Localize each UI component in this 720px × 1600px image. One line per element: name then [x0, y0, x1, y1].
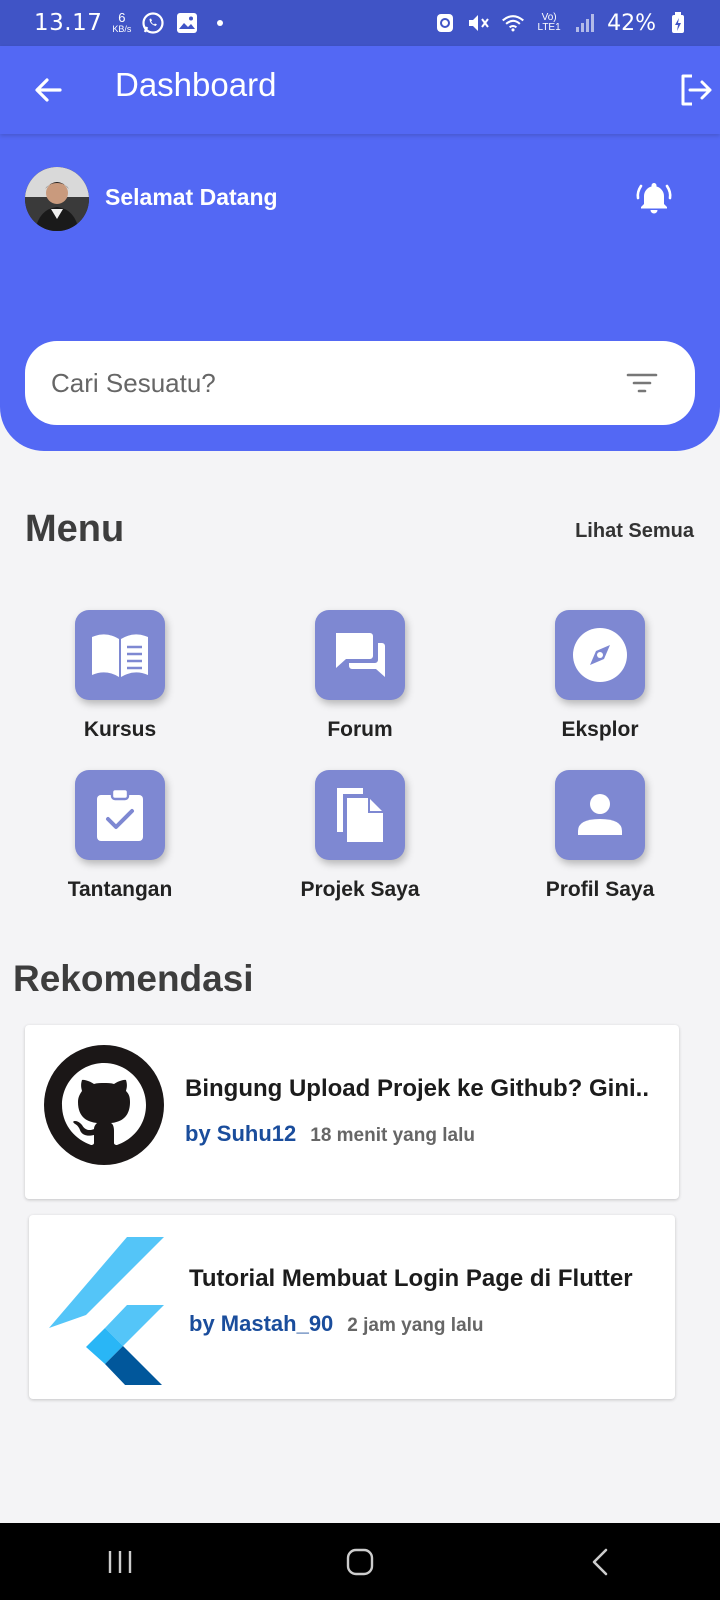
battery-charging-icon	[666, 11, 690, 35]
recommendation-meta: by Suhu12 18 menit yang lalu	[185, 1121, 475, 1147]
home-icon	[346, 1548, 374, 1575]
flutter-logo-icon	[47, 1235, 167, 1387]
filter-icon	[626, 373, 658, 393]
menu-item-projek-saya[interactable]: Projek Saya	[250, 770, 470, 902]
compass-icon	[573, 628, 627, 682]
menu-item-kursus[interactable]: Kursus	[10, 610, 230, 742]
recommendation-time: 2 jam yang lalu	[347, 1315, 484, 1336]
status-right: Vo) LTE1 42%	[433, 11, 690, 36]
recycle-icon	[433, 11, 457, 35]
image-icon	[175, 11, 199, 35]
mute-icon	[467, 11, 491, 35]
files-icon	[337, 788, 383, 842]
menu-tile	[555, 610, 645, 700]
net-speed-indicator: 6 KB/s	[112, 10, 132, 34]
menu-item-profil-saya[interactable]: Profil Saya	[490, 770, 710, 902]
recommendation-card[interactable]: Bingung Upload Projek ke Github? Gini.. …	[25, 1025, 679, 1199]
menu-tile	[75, 770, 165, 860]
recommendation-author[interactable]: by Mastah_90	[189, 1311, 333, 1336]
page-title: Dashboard	[115, 66, 277, 103]
recommendation-time: 18 menit yang lalu	[310, 1125, 475, 1146]
notification-dot-icon	[217, 20, 224, 26]
see-all-link[interactable]: Lihat Semua	[575, 520, 694, 543]
search-input[interactable]	[51, 367, 611, 399]
person-icon	[578, 794, 622, 835]
network-type-label: Vo) LTE1	[537, 12, 561, 33]
system-nav-bar	[0, 1523, 720, 1600]
menu-label: Eksplor	[561, 718, 639, 741]
chevron-left-icon	[592, 1548, 608, 1575]
recommendation-headline: Tutorial Membuat Login Page di Flutter	[189, 1265, 633, 1292]
recommendation-card[interactable]: Tutorial Membuat Login Page di Flutter b…	[29, 1215, 675, 1399]
menu-item-eksplor[interactable]: Eksplor	[490, 610, 710, 742]
logout-button[interactable]	[676, 70, 716, 110]
menu-label: Profil Saya	[545, 878, 655, 901]
status-time: 13.17	[34, 10, 103, 36]
menu-label: Kursus	[83, 718, 157, 741]
recommendation-author[interactable]: by Suhu12	[185, 1121, 296, 1146]
book-icon	[92, 634, 148, 677]
status-left: 13.17 6 KB/s	[34, 10, 224, 36]
home-button[interactable]	[320, 1532, 400, 1592]
menu-tile	[555, 770, 645, 860]
logout-icon	[681, 74, 712, 106]
recommendations-title: Rekomendasi	[13, 958, 254, 999]
github-logo-icon	[44, 1045, 164, 1165]
bell-alert-icon	[636, 183, 672, 214]
battery-percentage: 42%	[607, 10, 656, 36]
signal-icon	[573, 11, 597, 35]
menu-tile	[315, 770, 405, 860]
back-button[interactable]	[28, 70, 68, 110]
wifi-icon	[501, 11, 525, 35]
avatar[interactable]	[25, 167, 89, 231]
menu-label: Tantangan	[67, 878, 173, 901]
menu-label: Forum	[327, 718, 393, 741]
menu-section-title: Menu	[25, 508, 125, 550]
recommendation-headline: Bingung Upload Projek ke Github? Gini..	[185, 1075, 650, 1102]
recent-apps-icon	[108, 1550, 132, 1573]
notification-button[interactable]	[632, 176, 676, 220]
header-block: Selamat Datang	[0, 134, 720, 451]
menu-tile	[315, 610, 405, 700]
filter-button[interactable]	[625, 369, 659, 397]
whatsapp-icon	[141, 11, 165, 35]
arrow-left-icon	[35, 78, 62, 102]
app-bar: Dashboard	[0, 46, 720, 134]
forum-icon	[336, 633, 385, 677]
menu-item-forum[interactable]: Forum	[250, 610, 470, 742]
net-speed-unit: KB/s	[112, 24, 132, 34]
menu-tile	[75, 610, 165, 700]
clipboard-check-icon	[97, 787, 143, 841]
net-speed-value: 6	[118, 10, 126, 25]
search-box	[25, 341, 695, 425]
status-bar: 13.17 6 KB/s Vo) LTE1 42%	[0, 0, 720, 46]
menu-item-tantangan[interactable]: Tantangan	[10, 770, 230, 902]
back-nav-button[interactable]	[560, 1532, 640, 1592]
recent-apps-button[interactable]	[80, 1532, 160, 1592]
welcome-text: Selamat Datang	[105, 184, 278, 210]
recommendation-meta: by Mastah_90 2 jam yang lalu	[189, 1311, 484, 1337]
menu-label: Projek Saya	[300, 878, 420, 901]
